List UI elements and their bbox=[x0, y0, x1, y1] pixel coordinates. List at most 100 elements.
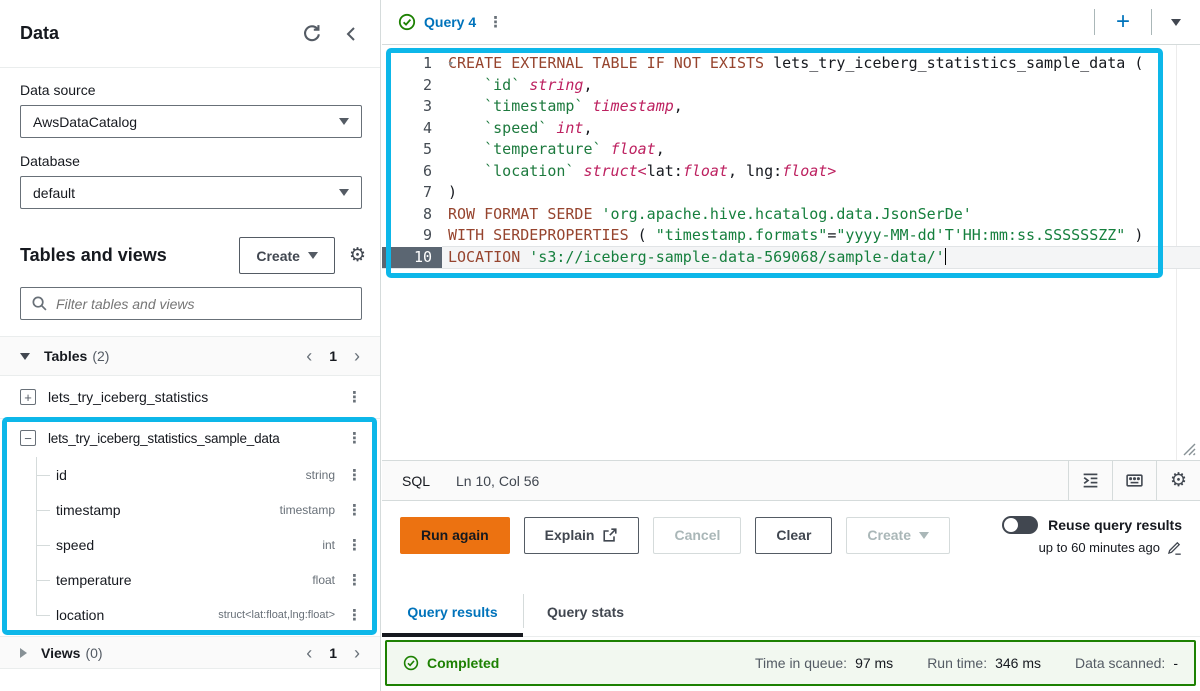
format-query-button[interactable] bbox=[1068, 461, 1112, 500]
table-row[interactable]: − lets_try_iceberg_statistics_sample_dat… bbox=[0, 419, 380, 457]
tab-list-button[interactable] bbox=[1152, 19, 1200, 26]
code-line-4[interactable]: `speed` int, bbox=[382, 118, 1200, 140]
reuse-window: up to 60 minutes ago bbox=[1039, 540, 1160, 555]
column-row[interactable]: timestamp timestamp ⋮ bbox=[0, 492, 380, 527]
filter-tables-input[interactable] bbox=[56, 296, 351, 312]
tab-query-stats[interactable]: Query stats bbox=[524, 604, 647, 636]
results-tabbar: Query results Query stats bbox=[382, 585, 1200, 637]
create-menu-button: Create bbox=[846, 517, 950, 554]
chevron-down-icon bbox=[1171, 19, 1181, 26]
views-section-label: Views bbox=[41, 645, 80, 661]
resize-handle[interactable] bbox=[1182, 442, 1196, 456]
line-number: 7 bbox=[382, 182, 442, 204]
run-again-button[interactable]: Run again bbox=[400, 517, 510, 554]
expanded-table-block: − lets_try_iceberg_statistics_sample_dat… bbox=[0, 419, 380, 632]
views-pagination: ‹ 1 › bbox=[306, 644, 360, 662]
table-row[interactable]: + lets_try_iceberg_statistics ⋮ bbox=[0, 376, 380, 419]
triangle-down-icon bbox=[20, 353, 30, 360]
column-row[interactable]: temperature float ⋮ bbox=[0, 562, 380, 597]
tables-section-label: Tables bbox=[44, 348, 87, 364]
kebab-menu-icon[interactable]: ⋮ bbox=[343, 388, 366, 406]
kebab-menu-icon[interactable]: ⋮ bbox=[343, 606, 366, 624]
tables-section-count: (2) bbox=[92, 348, 306, 364]
filter-tables-box bbox=[20, 287, 362, 320]
kebab-menu-icon[interactable]: ⋮ bbox=[343, 466, 366, 484]
tables-pagination: ‹ 1 › bbox=[306, 347, 360, 365]
kebab-menu-icon[interactable]: ⋮ bbox=[484, 13, 507, 31]
views-section-header[interactable]: Views (0) ‹ 1 › bbox=[0, 636, 380, 669]
column-row[interactable]: location struct<lat:float,lng:float> ⋮ bbox=[0, 597, 380, 632]
keyboard-shortcuts-button[interactable] bbox=[1112, 461, 1156, 500]
line-number: 5 bbox=[382, 139, 442, 161]
code-line-5[interactable]: `temperature` float, bbox=[382, 139, 1200, 161]
statusbar-icons: ⚙ bbox=[1068, 461, 1200, 500]
data-source-select[interactable]: AwsDataCatalog bbox=[20, 105, 362, 138]
reuse-label: Reuse query results bbox=[1048, 517, 1182, 533]
metric-value: - bbox=[1173, 655, 1178, 671]
code-line-10[interactable]: LOCATION 's3://iceberg-sample-data-56906… bbox=[382, 247, 1200, 269]
page-next-icon[interactable]: › bbox=[354, 347, 360, 365]
column-row[interactable]: id string ⋮ bbox=[0, 457, 380, 492]
query-actions: Run again Explain Cancel Clear Create bbox=[382, 501, 1200, 569]
tab-query-4[interactable]: Query 4 ⋮ bbox=[398, 13, 507, 31]
page-next-icon[interactable]: › bbox=[354, 644, 360, 662]
new-tab-button[interactable]: + bbox=[1095, 10, 1151, 34]
text-cursor bbox=[945, 248, 947, 265]
page-prev-icon[interactable]: ‹ bbox=[306, 644, 312, 662]
kebab-menu-icon[interactable]: ⋮ bbox=[343, 571, 366, 589]
status-badge: Completed bbox=[403, 655, 499, 671]
tab-query-results[interactable]: Query results bbox=[382, 604, 523, 636]
chevron-left-icon bbox=[342, 24, 360, 44]
query-tab-label: Query 4 bbox=[424, 14, 476, 30]
database-select[interactable]: default bbox=[20, 176, 362, 209]
collapse-minus-icon[interactable]: − bbox=[20, 430, 36, 446]
line-number: 3 bbox=[382, 96, 442, 118]
code-line-1[interactable]: CREATE EXTERNAL TABLE IF NOT EXISTS lets… bbox=[382, 53, 1200, 75]
line-number: 4 bbox=[382, 118, 442, 140]
sql-editor[interactable]: CREATE EXTERNAL TABLE IF NOT EXISTS lets… bbox=[382, 45, 1200, 460]
external-link-icon bbox=[602, 527, 618, 543]
code-line-6[interactable]: `location` struct<lat:float, lng:float> bbox=[382, 161, 1200, 183]
kebab-menu-icon[interactable]: ⋮ bbox=[343, 501, 366, 519]
metric-value: 97 ms bbox=[855, 655, 893, 671]
settings-button[interactable]: ⚙ bbox=[349, 246, 366, 265]
views-section-count: (0) bbox=[85, 645, 306, 661]
reuse-toggle[interactable] bbox=[1002, 516, 1038, 534]
code-line-9[interactable]: WITH SERDEPROPERTIES ( "timestamp.format… bbox=[382, 225, 1200, 247]
fold-caret-icon[interactable]: ▾ bbox=[447, 53, 454, 75]
code-line-8[interactable]: ROW FORMAT SERDE 'org.apache.hive.hcatal… bbox=[382, 204, 1200, 226]
collapse-panel-button[interactable] bbox=[342, 24, 360, 44]
refresh-button[interactable] bbox=[301, 23, 322, 44]
query-status-bar: Completed Time in queue: 97 ms Run time:… bbox=[385, 640, 1196, 686]
athena-query-editor: Data Data source AwsDataCatalog bbox=[0, 0, 1200, 691]
code-line-2[interactable]: `id` string, bbox=[382, 75, 1200, 97]
column-row[interactable]: speed int ⋮ bbox=[0, 527, 380, 562]
line-number: 1▾ bbox=[382, 53, 442, 75]
data-sidebar: Data Data source AwsDataCatalog bbox=[0, 0, 381, 691]
editor-gutter: 1▾2345678910 bbox=[382, 53, 442, 268]
code-line-7[interactable]: ) bbox=[382, 182, 1200, 204]
refresh-icon bbox=[301, 23, 322, 44]
page-prev-icon[interactable]: ‹ bbox=[306, 347, 312, 365]
query-pane: Query 4 ⋮ + CREATE EXTERNAL TABLE IF NOT… bbox=[382, 0, 1200, 691]
cursor-position: Ln 10, Col 56 bbox=[456, 473, 539, 489]
line-number: 8 bbox=[382, 204, 442, 226]
gear-icon: ⚙ bbox=[349, 246, 366, 265]
database-value: default bbox=[33, 185, 339, 201]
kebab-menu-icon[interactable]: ⋮ bbox=[343, 429, 366, 447]
chevron-down-icon bbox=[308, 252, 318, 259]
create-button[interactable]: Create bbox=[239, 237, 335, 274]
clear-button[interactable]: Clear bbox=[755, 517, 832, 554]
code-lines: CREATE EXTERNAL TABLE IF NOT EXISTS lets… bbox=[382, 53, 1200, 268]
page-number: 1 bbox=[329, 645, 337, 661]
explain-button[interactable]: Explain bbox=[524, 517, 640, 554]
chevron-down-icon bbox=[339, 189, 349, 196]
tables-section-header[interactable]: Tables (2) ‹ 1 › bbox=[0, 336, 380, 376]
columns-tree: id string ⋮ timestamp timestamp ⋮ speed … bbox=[0, 457, 380, 632]
editor-settings-button[interactable]: ⚙ bbox=[1156, 461, 1200, 500]
kebab-menu-icon[interactable]: ⋮ bbox=[343, 536, 366, 554]
code-line-3[interactable]: `timestamp` timestamp, bbox=[382, 96, 1200, 118]
expand-plus-icon[interactable]: + bbox=[20, 389, 36, 405]
pencil-icon[interactable] bbox=[1167, 540, 1182, 555]
query-metrics: Time in queue: 97 ms Run time: 346 ms Da… bbox=[755, 655, 1178, 671]
